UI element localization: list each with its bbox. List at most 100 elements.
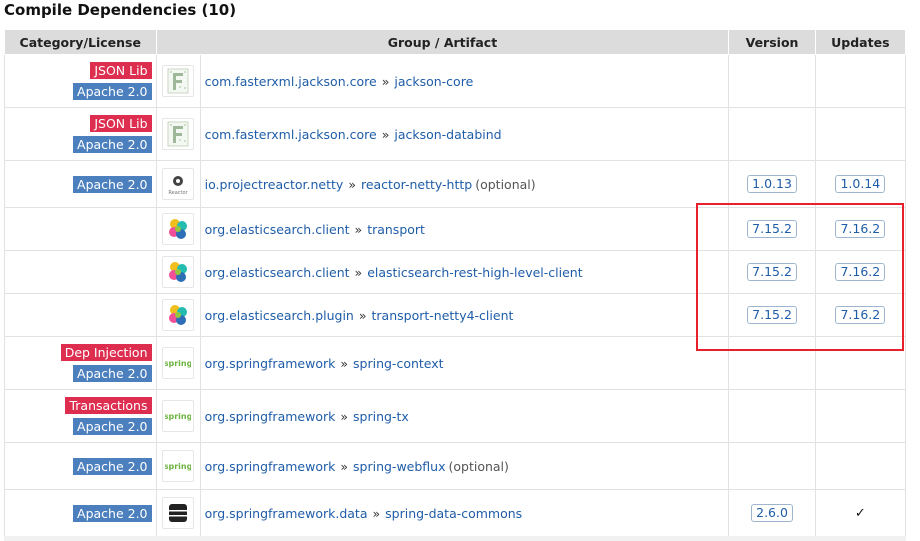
update-badge[interactable]: 1.0.14 [835,175,886,193]
license-tag[interactable]: Apache 2.0 [73,457,152,475]
license-tag[interactable]: Apache 2.0 [73,365,152,382]
artifact-cell: com.fasterxml.jackson.core » jackson-core [199,54,730,108]
group-link[interactable]: org.elasticsearch.client [205,265,350,280]
artifact-separator: » [348,176,356,192]
group-link[interactable]: org.springframework [205,459,336,474]
updates-cell: ✓ [814,489,907,537]
spring-logo[interactable]: spring [162,347,195,379]
jackson-logo[interactable] [162,65,195,97]
header-category: Category/License [4,29,157,55]
updates-cell [814,54,907,108]
logo-cell [155,107,201,161]
artifact-cell: org.springframework » spring-webflux (optio… [199,442,730,490]
reactor-logo[interactable]: Reactor [162,168,195,200]
artifact-link[interactable]: spring-tx [353,409,409,424]
updates-cell [814,442,907,490]
license-tag[interactable]: JSON Lib [90,62,152,79]
category-cell: Dep Injection Apache 2.0 [4,336,157,390]
updates-cell: 7.16.2 [814,293,907,337]
logo-cell [155,293,201,337]
optional-label: (optional) [448,458,509,474]
updates-cell [814,336,907,390]
database-logo[interactable] [162,497,195,529]
elastic-logo[interactable] [162,256,195,288]
reactor-logo-text: Reactor [168,190,188,196]
artifact-cell: org.springframework » spring-context [199,336,730,390]
version-cell: 7.15.2 [728,250,816,294]
artifact-cell: org.springframework » spring-tx [199,389,730,443]
updates-cell: 7.16.2 [814,250,907,294]
dependencies-table: Category/License Group / Artifact Versio… [4,29,907,537]
version-badge[interactable]: 2.6.0 [751,504,793,522]
group-link[interactable]: org.springframework.data [205,506,368,521]
group-link[interactable]: io.projectreactor.netty [205,177,344,192]
category-cell [4,293,157,337]
artifact-cell: org.springframework.data » spring-data-com… [199,489,730,537]
artifact-link[interactable]: elasticsearch-rest-high-level-client [367,265,582,280]
artifact-separator: » [381,73,390,89]
table-row: JSON Lib Apache 2.0 com.fasterxml.jackson.… [4,107,907,161]
category-cell: Apache 2.0 [4,160,157,208]
group-link[interactable]: com.fasterxml.jackson.core [205,127,377,142]
table-bottom-divider [4,536,906,541]
version-cell [728,442,816,490]
artifact-link[interactable]: spring-data-commons [385,506,522,521]
jackson-logo[interactable] [162,118,195,150]
check-icon: ✓ [854,506,866,521]
license-tag[interactable]: JSON Lib [90,115,152,132]
license-tag[interactable]: Apache 2.0 [73,418,152,435]
artifact-link[interactable]: transport [367,222,425,237]
license-tag[interactable]: Apache 2.0 [73,136,152,153]
logo-cell [155,207,201,251]
elastic-logo[interactable] [162,213,195,245]
group-link[interactable]: org.springframework [205,356,336,371]
artifact-link[interactable]: jackson-core [394,74,473,89]
license-tag[interactable]: Apache 2.0 [73,175,152,193]
update-badge[interactable]: 7.16.2 [835,220,886,238]
artifact-cell: com.fasterxml.jackson.core » jackson-datab… [199,107,730,161]
artifact-link[interactable]: spring-webflux [353,459,445,474]
category-cell [4,207,157,251]
update-badge[interactable]: 7.16.2 [835,263,886,281]
version-badge[interactable]: 1.0.13 [747,175,797,193]
version-cell: 7.15.2 [728,293,816,337]
table-row: JSON Lib Apache 2.0 com.fasterxml.jackson.… [4,54,907,108]
updates-cell: 7.16.2 [814,207,907,251]
artifact-link[interactable]: spring-context [353,356,444,371]
category-cell [4,250,157,294]
artifact-link[interactable]: jackson-databind [394,127,501,142]
artifact-cell: org.elasticsearch.client » transport [199,207,730,251]
artifact-separator: » [340,408,349,424]
artifact-link[interactable]: transport-netty4-client [372,308,514,323]
version-cell: 2.6.0 [728,489,816,537]
version-cell [728,54,816,108]
update-badge[interactable]: 7.16.2 [835,306,886,324]
elastic-logo[interactable] [162,299,195,331]
license-tag[interactable]: Transactions [65,397,152,414]
table-row: org.elasticsearch.client » transport 7.15.2… [4,207,907,251]
table-row: Apache 2.0 Reactor io.projectreactor.netty… [4,160,907,208]
artifact-cell: io.projectreactor.netty » reactor-netty-ht… [199,160,730,208]
artifact-separator: » [381,126,390,142]
group-link[interactable]: org.springframework [205,409,336,424]
group-link[interactable]: org.elasticsearch.client [205,222,350,237]
artifact-separator: » [340,458,349,474]
license-tag[interactable]: Dep Injection [60,344,152,361]
spring-logo[interactable]: spring [162,400,195,432]
spring-logo-text: spring [165,359,191,368]
section-title: Compile Dependencies (10) [4,1,237,19]
table-row: Transactions Apache 2.0 spring org.springfr… [4,389,907,443]
logo-cell [155,489,201,537]
license-tag[interactable]: Apache 2.0 [73,504,152,522]
header-artifact: Group / Artifact [155,29,730,55]
version-badge[interactable]: 7.15.2 [747,220,797,238]
group-link[interactable]: org.elasticsearch.plugin [205,308,354,323]
artifact-link[interactable]: reactor-netty-http [361,177,472,192]
artifact-separator: » [354,221,363,237]
license-tag[interactable]: Apache 2.0 [73,83,152,100]
updates-cell [814,389,907,443]
version-badge[interactable]: 7.15.2 [747,306,797,324]
group-link[interactable]: com.fasterxml.jackson.core [205,74,377,89]
version-badge[interactable]: 7.15.2 [747,263,797,281]
spring-logo[interactable]: spring [162,450,195,482]
